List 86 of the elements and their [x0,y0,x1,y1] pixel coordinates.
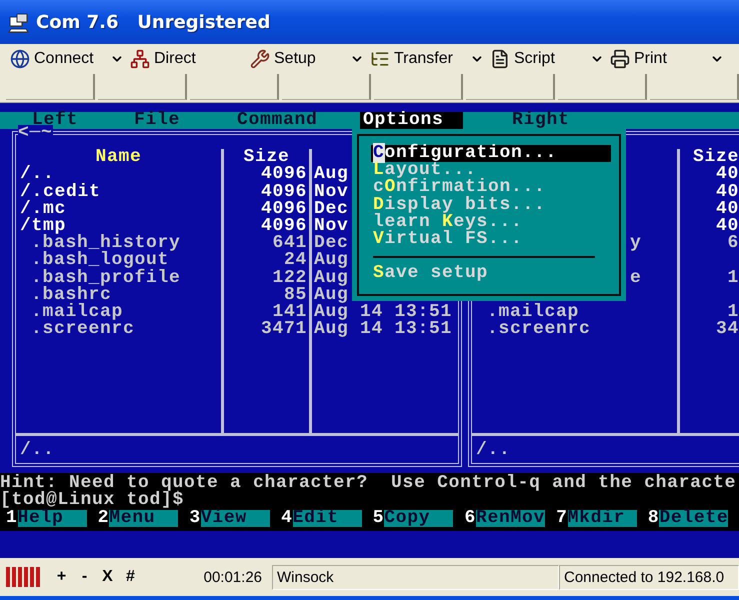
menu-option[interactable]: Virtual FS... [371,230,611,248]
menu-option[interactable]: cOnfirmation... [371,179,611,197]
file-size: 40 [714,200,739,218]
menu-item[interactable]: Options [360,112,463,130]
panel-status: /.. [475,439,512,462]
file-size: 4096 [260,184,308,201]
file-name[interactable]: .mailcap [16,304,221,322]
file-date: Aug [313,166,349,184]
toolbar-button[interactable]: Script [488,47,557,71]
column-header: Size [242,149,290,166]
connection-timer: 00:01:26 [202,568,263,586]
hint-text: Hint: Need to quote a character? Use Control-q and the characte [0,475,738,492]
toolbar-button[interactable]: Transfer [368,47,455,71]
column-header: Name [94,149,142,166]
file-size: 85 [284,286,308,304]
file-name[interactable]: .screenrc [472,321,677,338]
file-name[interactable]: .bashrc [16,286,221,304]
file-size: 122 [271,270,308,287]
blank-toolbar-button[interactable] [650,74,739,100]
blank-toolbar-button[interactable] [98,74,187,100]
file-date: Aug 14 13:51 [313,304,452,322]
toolbar-button[interactable]: Setup [248,47,318,71]
file-size: 3471 [260,321,308,338]
toolbar-button[interactable]: Print [608,47,669,71]
file-date: Dec [313,235,349,252]
blank-toolbar-button[interactable] [466,74,555,100]
file-size: 40 [714,166,739,184]
menu-option[interactable]: Configuration... [371,145,611,162]
protocol-field: Winsock [272,564,559,590]
file-size: 4096 [260,166,308,184]
status-control-button[interactable]: - [73,568,96,586]
file-date: Nov [313,218,349,236]
file-size: 141 [272,304,308,322]
menu-item[interactable]: File [134,112,180,130]
app-icon [8,11,30,33]
file-date: Aug [313,270,349,287]
file-size: 4096 [260,218,308,236]
file-size: 24 [284,252,308,270]
window-title: Com 7.6 Unregistered [36,12,270,32]
file-size: 1 [726,270,739,287]
file-size: 6 [726,235,739,252]
file-size: 1 [727,304,739,322]
blank-toolbar-button[interactable] [374,74,463,100]
file-name[interactable]: /.cedit [16,184,221,201]
printer-icon [610,49,630,69]
blank-toolbar-button[interactable] [282,74,371,100]
file-size: 641 [271,235,308,252]
file-name[interactable]: .mailcap [472,304,677,322]
toolbar-button[interactable]: Direct [128,47,198,71]
file-name[interactable]: /.mc [16,200,221,218]
file-date: Dec [313,200,349,218]
shell-prompt: [tod@Linux tod]$ [0,492,184,510]
file-date: Aug [313,286,349,304]
file-name[interactable]: /tmp [16,218,221,236]
status-control-button[interactable]: + [50,568,73,586]
globe-icon [10,49,30,69]
file-date: Nov [313,184,349,201]
toolbar-button[interactable]: Connect [8,47,96,71]
file-name[interactable]: .bash_history [16,235,221,252]
blank-toolbar-button[interactable] [190,74,279,100]
file-name[interactable]: .bash_profile [16,270,221,287]
file-name[interactable]: .bash_logout [16,252,221,270]
status-control-button[interactable]: X [96,568,119,586]
column-header: Size [692,149,739,166]
status-control-button[interactable]: # [119,568,142,586]
menu-item[interactable]: Command [237,112,318,130]
file-size: 34 [714,321,739,338]
network-icon [130,49,150,69]
menu-item[interactable]: Right [512,112,570,130]
file-date: Aug 14 13:51 [313,321,452,338]
file-name[interactable]: .screenrc [16,321,221,338]
wrench-icon [250,49,270,69]
menu-option[interactable]: Save setup [371,265,611,282]
menu-option[interactable]: Display bits... [371,196,611,214]
document-icon [490,49,510,69]
file-size: 40 [714,184,739,201]
panel-status: /.. [19,439,56,462]
menu-option[interactable]: Layout... [371,162,611,180]
signal-meter-icon [6,566,42,588]
file-size: 40 [714,218,739,236]
file-date: Aug [313,252,349,270]
file-size: 4096 [260,200,308,218]
menu-option[interactable]: learn Keys... [371,214,611,231]
file-name[interactable]: /.. [16,166,221,184]
connection-status: Connected to 192.168.0 [559,564,739,590]
blank-toolbar-button[interactable] [558,74,647,100]
